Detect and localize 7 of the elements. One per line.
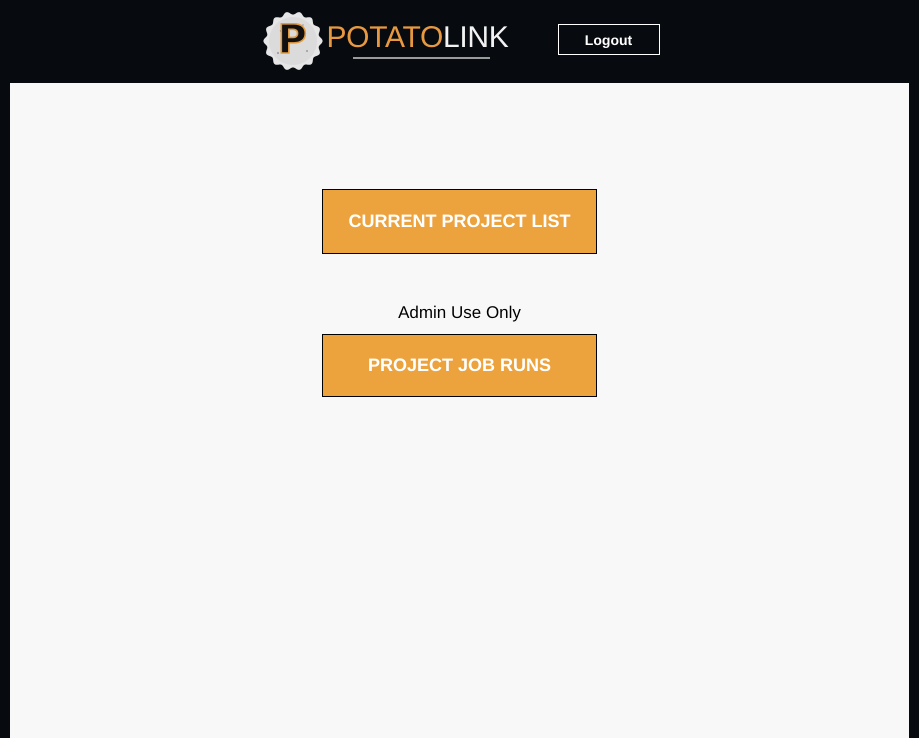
logo-letter: P (278, 20, 307, 60)
logout-button[interactable]: Logout (558, 24, 660, 55)
logo-wordmark: POTATOLINK (326, 22, 509, 54)
admin-note: Admin Use Only (398, 303, 521, 323)
nav-button[interactable]: CURRENT PROJECT LIST (322, 189, 597, 254)
nav-button[interactable]: PROJECT JOB RUNS (322, 334, 597, 397)
seal-icon (263, 10, 324, 70)
